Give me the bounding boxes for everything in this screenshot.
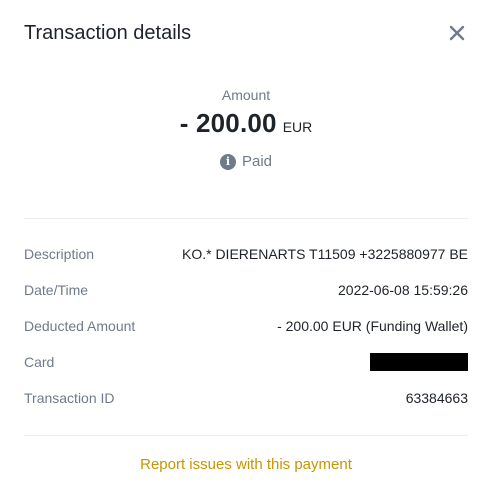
detail-label: Card <box>24 354 55 370</box>
info-icon: i <box>219 153 236 170</box>
detail-value: 63384663 <box>405 390 468 406</box>
transaction-details-dialog: Transaction details Amount - 200.00 EUR … <box>0 0 492 494</box>
detail-row-transaction-id: Transaction ID 63384663 <box>24 380 468 416</box>
divider-bottom <box>24 435 468 436</box>
amount-currency: EUR <box>282 119 313 135</box>
detail-label: Description <box>24 246 95 262</box>
report-issue-link[interactable]: Report issues with this payment <box>0 456 492 473</box>
dialog-header: Transaction details <box>24 18 468 48</box>
card-number-redacted <box>370 353 468 371</box>
dialog-title: Transaction details <box>24 21 192 44</box>
amount-row: - 200.00 EUR <box>0 108 492 139</box>
detail-row-deducted-amount: Deducted Amount - 200.00 EUR (Funding Wa… <box>24 308 468 344</box>
amount-label: Amount <box>221 87 271 103</box>
amount-value: - 200.00 <box>179 108 277 138</box>
detail-label: Date/Time <box>24 282 89 298</box>
detail-row-card: Card <box>24 344 468 380</box>
detail-row-datetime: Date/Time 2022-06-08 15:59:26 <box>24 272 468 308</box>
close-button[interactable] <box>446 22 468 44</box>
divider-top <box>24 218 468 219</box>
detail-value: KO.* DIERENARTS T11509 +3225880977 BE <box>181 246 468 262</box>
status-text: Paid <box>241 153 273 170</box>
detail-label: Transaction ID <box>24 390 115 406</box>
close-icon <box>449 25 465 41</box>
detail-value: 2022-06-08 15:59:26 <box>338 282 468 298</box>
details-list: Description KO.* DIERENARTS T11509 +3225… <box>24 236 468 416</box>
amount-section: Amount - 200.00 EUR i Paid <box>0 86 492 170</box>
detail-value: - 200.00 EUR (Funding Wallet) <box>277 318 468 334</box>
detail-row-description: Description KO.* DIERENARTS T11509 +3225… <box>24 236 468 272</box>
status-badge: i Paid <box>0 153 492 170</box>
detail-label: Deducted Amount <box>24 318 136 334</box>
